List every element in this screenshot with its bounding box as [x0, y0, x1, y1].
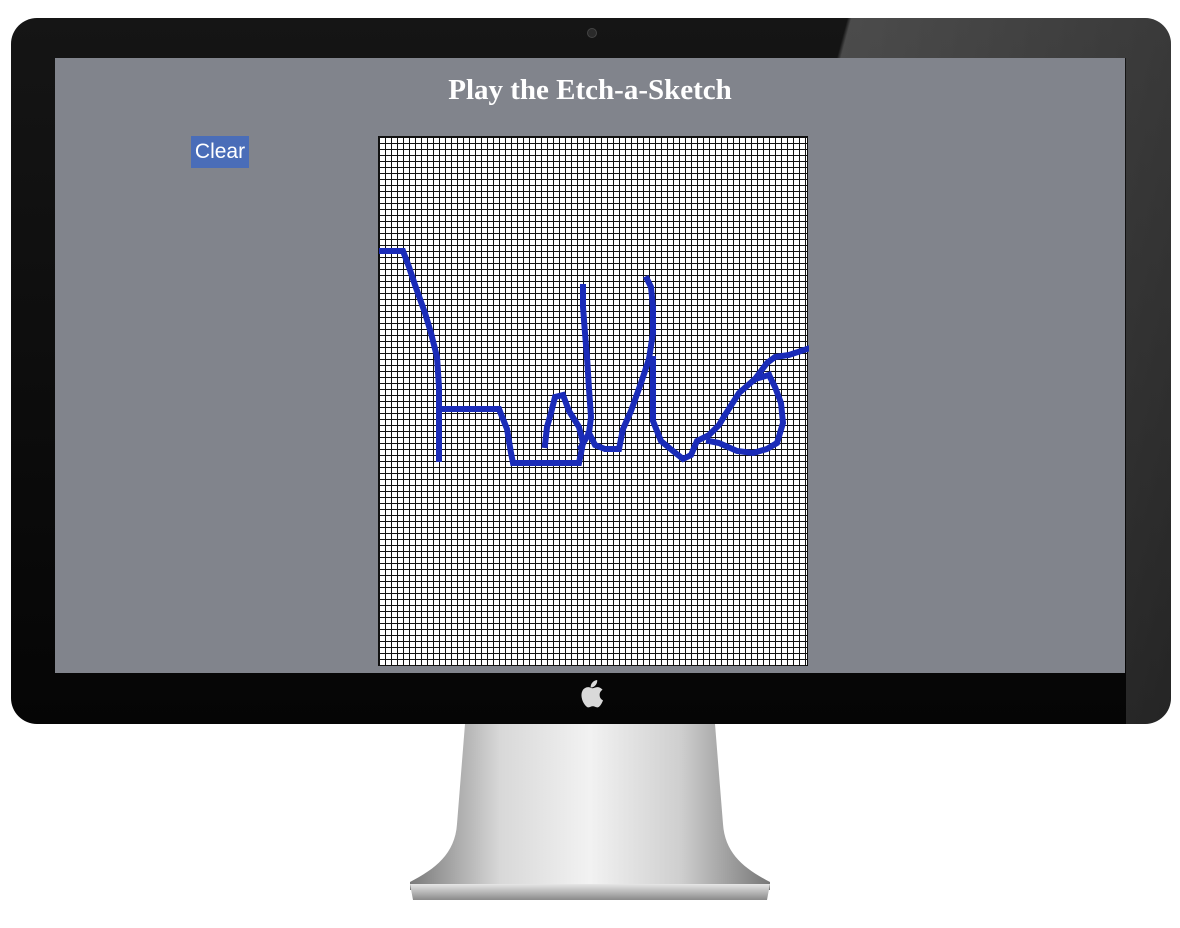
stroke-h-arch: [436, 406, 552, 466]
camera-icon: [587, 28, 597, 38]
sketch-grid[interactable]: [378, 136, 809, 666]
screen: Play the Etch-a-Sketch Clear: [55, 58, 1125, 673]
stroke-l1-base: [584, 274, 656, 452]
stroke-l1: [576, 284, 595, 452]
stroke-h: [379, 248, 442, 462]
monitor-stand: [410, 724, 770, 900]
page-title: Play the Etch-a-Sketch: [448, 74, 732, 106]
stroke-e: [541, 391, 587, 466]
apple-logo-icon: [581, 680, 603, 708]
clear-button[interactable]: Clear: [191, 136, 249, 168]
sketch-drawing: [379, 248, 809, 466]
